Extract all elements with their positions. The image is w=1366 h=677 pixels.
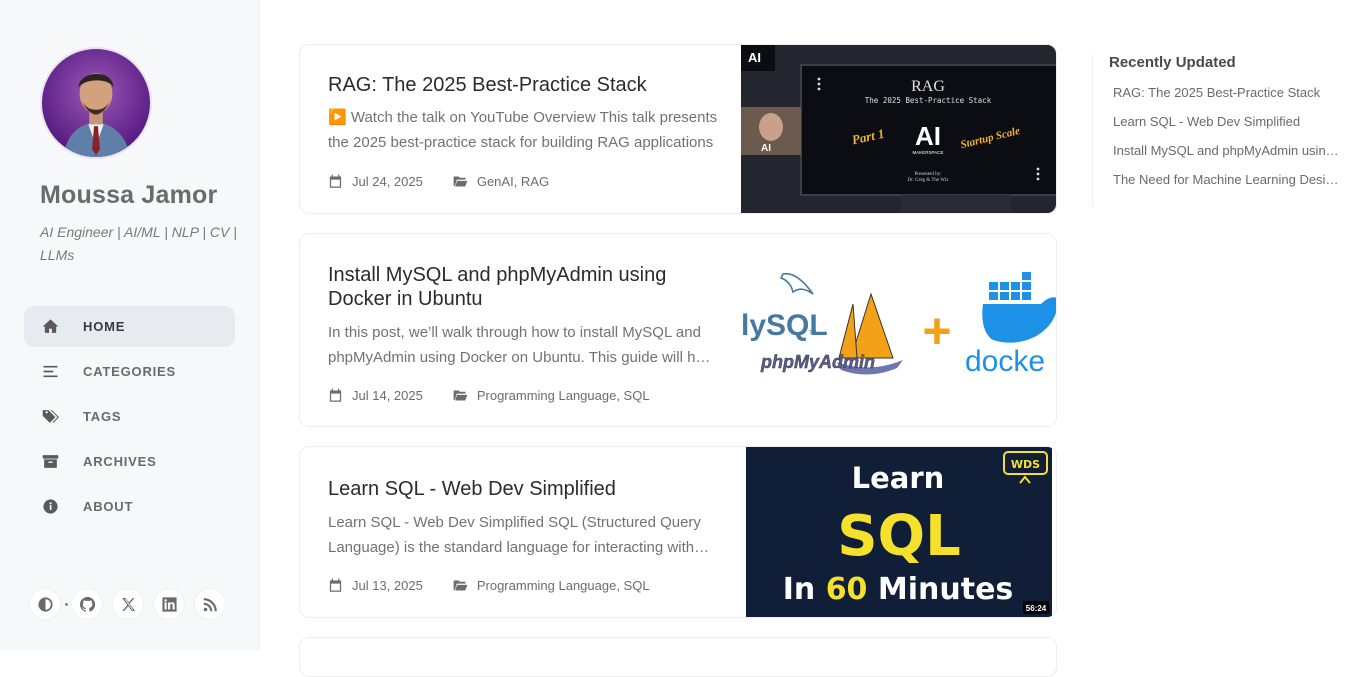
stream-icon — [40, 362, 60, 382]
nav-item-tags[interactable]: TAGS — [24, 396, 235, 437]
nav-item-label: ABOUT — [83, 499, 134, 514]
post-categories: Programming Language, SQL — [453, 388, 650, 403]
video-duration: 56:24 — [1026, 604, 1047, 613]
post-title[interactable]: Install MySQL and phpMyAdmin using Docke… — [328, 263, 718, 311]
small-ai-badge: AI — [761, 143, 771, 154]
post-title[interactable]: Learn SQL - Web Dev Simplified — [328, 477, 718, 501]
sidebar-bottom — [30, 589, 236, 619]
nav-item-label: HOME — [83, 319, 126, 334]
makerspace-text: MAKERSPACE — [913, 150, 944, 155]
ai-logo-text: AI — [915, 121, 941, 151]
sidebar-nav: HOME CATEGORIES TAGS ARCHIVES ABOUT — [24, 306, 235, 531]
wds-badge: WDS — [1011, 458, 1040, 471]
post-excerpt: Learn SQL - Web Dev Simplified SQL (Stru… — [328, 514, 701, 556]
post-text: Install MySQL and phpMyAdmin using Docke… — [328, 263, 718, 370]
avatar[interactable] — [40, 47, 152, 159]
tags-icon — [40, 407, 60, 427]
mysql-logo-text: lySQL — [741, 309, 828, 342]
rag-heading: RAG — [911, 78, 945, 95]
home-icon — [40, 317, 60, 337]
post-card[interactable] — [299, 637, 1057, 677]
linkedin-link[interactable] — [154, 589, 184, 619]
presented-label: Presented by: — [914, 172, 941, 177]
github-link[interactable] — [72, 589, 102, 619]
learn-text: Learn — [852, 461, 945, 495]
nav-item-archives[interactable]: ARCHIVES — [24, 441, 235, 482]
post-thumbnail-mysql-docker[interactable]: lySQL TM phpMyAdmin + docke — [741, 234, 1057, 427]
x-twitter-icon — [121, 597, 135, 611]
folder-open-icon — [453, 176, 468, 187]
calendar-icon — [329, 578, 342, 592]
post-text: RAG: The 2025 Best-Practice Stack ▶️ Wat… — [328, 73, 718, 155]
post-categories: Programming Language, SQL — [453, 578, 650, 593]
nav-item-home[interactable]: HOME — [24, 306, 235, 347]
duration-headline: In 60 Minutes — [783, 572, 1014, 607]
trademark-mark: TM — [809, 330, 816, 336]
recently-updated-list: RAG: The 2025 Best-Practice Stack Learn … — [1109, 85, 1352, 201]
avatar-photo — [63, 73, 131, 157]
phpmyadmin-logo-text: phpMyAdmin — [760, 352, 875, 372]
post-date: Jul 13, 2025 — [328, 578, 423, 593]
folder-open-icon — [453, 580, 468, 591]
plus-sign: + — [922, 303, 951, 359]
separator-dot — [65, 602, 68, 606]
rag-subheading: The 2025 Best-Practice Stack — [865, 96, 992, 105]
theme-toggle-button[interactable] — [30, 589, 60, 619]
x-twitter-link[interactable] — [113, 589, 143, 619]
nav-item-label: CATEGORIES — [83, 364, 176, 379]
recent-post-link[interactable]: Learn SQL - Web Dev Simplified — [1113, 114, 1345, 143]
post-meta: Jul 13, 2025 Programming Language, SQL — [328, 578, 680, 593]
post-thumbnail-learn-sql[interactable]: Learn SQL In 60 Minutes WDS 56:24 — [746, 447, 1052, 618]
corner-ai-badge: AI — [748, 50, 761, 65]
sql-text: SQL — [837, 504, 961, 569]
post-thumbnail-rag[interactable]: AI RAG The 2025 Best-Practice Stack Part… — [741, 45, 1057, 214]
site-title[interactable]: Moussa Jamor — [40, 181, 217, 210]
post-card[interactable]: RAG: The 2025 Best-Practice Stack ▶️ Wat… — [299, 44, 1057, 214]
folder-open-icon — [453, 390, 468, 401]
post-categories: GenAI, RAG — [453, 174, 549, 189]
post-date: Jul 14, 2025 — [328, 388, 423, 403]
post-text: Learn SQL - Web Dev Simplified Learn SQL… — [328, 477, 718, 560]
nav-item-label: ARCHIVES — [83, 454, 157, 469]
post-card[interactable]: Learn SQL - Web Dev Simplified Learn SQL… — [299, 446, 1057, 618]
recent-post-link[interactable]: The Need for Machine Learning Design Pat… — [1113, 172, 1345, 201]
recently-updated-panel: Recently Updated RAG: The 2025 Best-Prac… — [1092, 54, 1352, 206]
recent-post-link[interactable]: RAG: The 2025 Best-Practice Stack — [1113, 85, 1345, 114]
calendar-icon — [329, 388, 342, 402]
theme-toggle-icon — [37, 596, 53, 612]
nav-item-about[interactable]: ABOUT — [24, 486, 235, 527]
post-card[interactable]: Install MySQL and phpMyAdmin using Docke… — [299, 233, 1057, 427]
recent-post-link[interactable]: Install MySQL and phpMyAdmin using Docke… — [1113, 143, 1345, 172]
docker-logo-text: docke — [965, 345, 1045, 378]
post-title[interactable]: RAG: The 2025 Best-Practice Stack — [328, 73, 718, 97]
rss-icon — [203, 597, 217, 611]
archive-icon — [40, 452, 60, 472]
post-excerpt: ▶️ Watch the talk on YouTube Overview Th… — [328, 109, 718, 151]
post-meta: Jul 14, 2025 Programming Language, SQL — [328, 388, 680, 403]
info-circle-icon — [40, 497, 60, 517]
presenters-label: Dr. Greg & The Wiz — [908, 178, 950, 183]
sidebar: Moussa Jamor AI Engineer | AI/ML | NLP |… — [0, 0, 260, 650]
post-date: Jul 24, 2025 — [328, 174, 423, 189]
linkedin-icon — [161, 596, 177, 612]
post-meta: Jul 24, 2025 GenAI, RAG — [328, 174, 579, 189]
nav-item-categories[interactable]: CATEGORIES — [24, 351, 235, 392]
panel-heading: Recently Updated — [1109, 54, 1236, 71]
calendar-icon — [329, 174, 342, 188]
site-subtitle: AI Engineer | AI/ML | NLP | CV | LLMs — [40, 224, 237, 263]
nav-item-label: TAGS — [83, 409, 122, 424]
github-icon — [79, 596, 95, 612]
rss-link[interactable] — [195, 589, 225, 619]
post-excerpt: In this post, we’ll walk through how to … — [328, 324, 716, 366]
